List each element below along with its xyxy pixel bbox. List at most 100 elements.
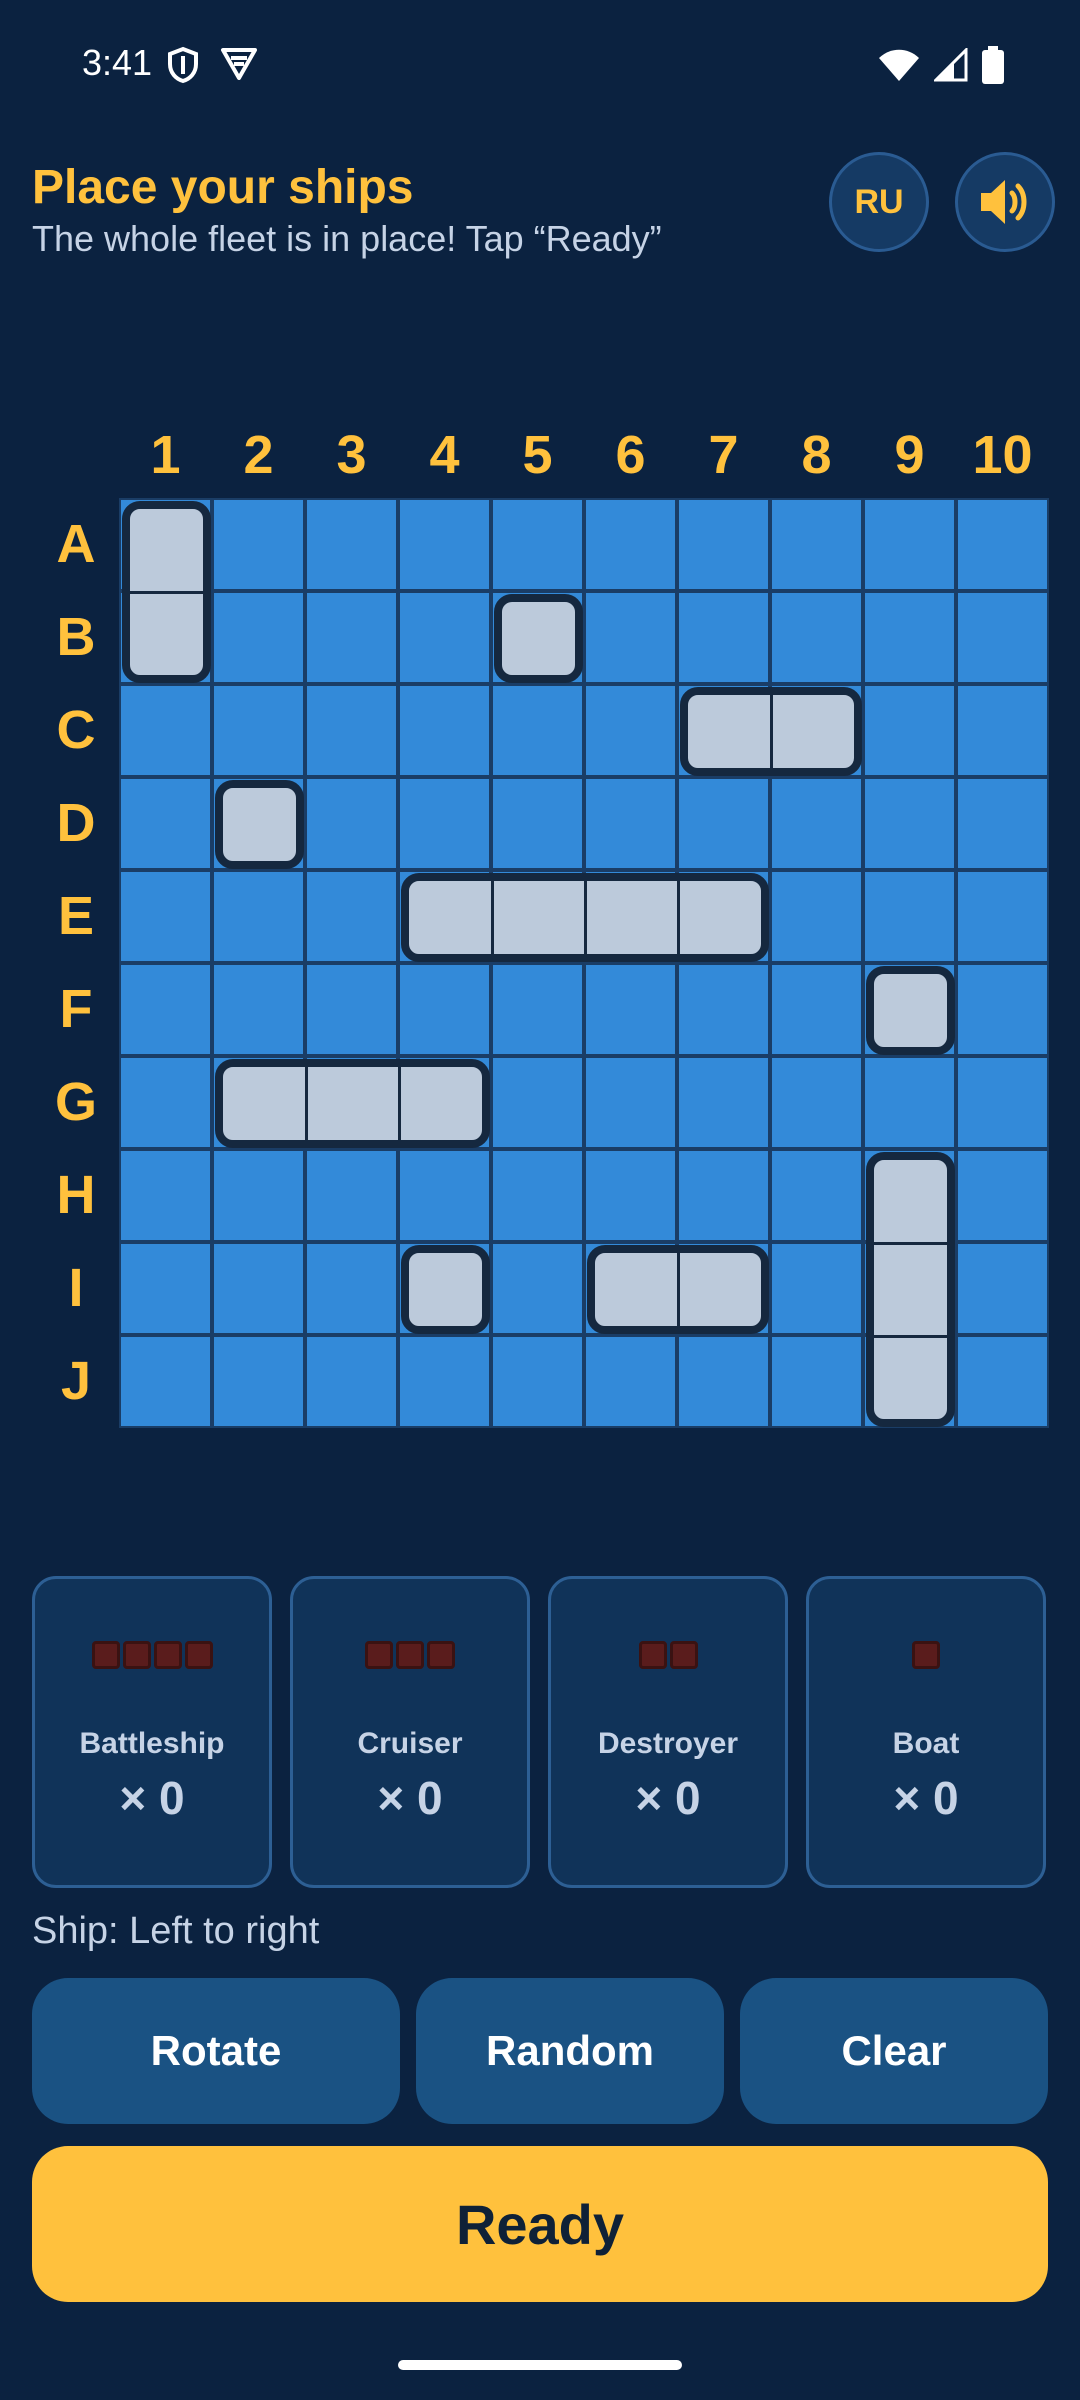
grid-cell[interactable]: [214, 965, 303, 1054]
sound-button[interactable]: [955, 152, 1055, 252]
grid-cell[interactable]: [772, 779, 861, 868]
grid-cell[interactable]: [121, 965, 210, 1054]
grid-cell[interactable]: [307, 872, 396, 961]
grid-cell[interactable]: [679, 593, 768, 682]
grid-cell[interactable]: [679, 1337, 768, 1426]
fleet-card-cruiser[interactable]: Cruiser × 0: [290, 1576, 530, 1888]
grid-cell[interactable]: [121, 1058, 210, 1147]
grid-cell[interactable]: [307, 500, 396, 589]
grid-cell[interactable]: [679, 1058, 768, 1147]
grid-cell[interactable]: [121, 872, 210, 961]
grid-cell[interactable]: [865, 500, 954, 589]
ship[interactable]: [401, 1245, 490, 1334]
grid-cell[interactable]: [307, 593, 396, 682]
grid-cell[interactable]: [958, 1058, 1047, 1147]
grid-cell[interactable]: [214, 1151, 303, 1240]
grid-cell[interactable]: [493, 1151, 582, 1240]
language-button[interactable]: RU: [829, 152, 929, 252]
grid-cell[interactable]: [958, 686, 1047, 775]
grid-cell[interactable]: [958, 872, 1047, 961]
ship[interactable]: [494, 594, 583, 683]
ship-grid[interactable]: [119, 498, 1049, 1428]
grid-cell[interactable]: [214, 593, 303, 682]
grid-cell[interactable]: [214, 500, 303, 589]
grid-cell[interactable]: [586, 1151, 675, 1240]
grid-cell[interactable]: [958, 965, 1047, 1054]
grid-cell[interactable]: [493, 500, 582, 589]
ship[interactable]: [866, 1152, 955, 1427]
grid-cell[interactable]: [400, 1151, 489, 1240]
grid-cell[interactable]: [958, 1244, 1047, 1333]
grid-cell[interactable]: [400, 779, 489, 868]
grid-cell[interactable]: [772, 1151, 861, 1240]
grid-cell[interactable]: [307, 779, 396, 868]
grid-cell[interactable]: [586, 1058, 675, 1147]
grid-cell[interactable]: [307, 686, 396, 775]
grid-cell[interactable]: [772, 965, 861, 1054]
grid-cell[interactable]: [307, 1337, 396, 1426]
ship[interactable]: [587, 1245, 769, 1334]
grid-cell[interactable]: [214, 1337, 303, 1426]
grid-cell[interactable]: [958, 779, 1047, 868]
grid-cell[interactable]: [493, 1058, 582, 1147]
grid-cell[interactable]: [121, 1151, 210, 1240]
grid-cell[interactable]: [121, 779, 210, 868]
grid-cell[interactable]: [958, 1151, 1047, 1240]
fleet-card-battleship[interactable]: Battleship × 0: [32, 1576, 272, 1888]
ship[interactable]: [866, 966, 955, 1055]
clear-button[interactable]: Clear: [740, 1978, 1048, 2124]
grid-cell[interactable]: [772, 500, 861, 589]
grid-cell[interactable]: [772, 593, 861, 682]
grid-cell[interactable]: [958, 593, 1047, 682]
grid-cell[interactable]: [400, 1337, 489, 1426]
grid-cell[interactable]: [958, 1337, 1047, 1426]
grid-cell[interactable]: [307, 965, 396, 1054]
ship[interactable]: [122, 501, 211, 683]
grid-cell[interactable]: [121, 1337, 210, 1426]
ship[interactable]: [680, 687, 862, 776]
grid-cell[interactable]: [493, 686, 582, 775]
grid-cell[interactable]: [400, 500, 489, 589]
ship[interactable]: [215, 780, 304, 869]
grid-cell[interactable]: [121, 686, 210, 775]
grid-cell[interactable]: [586, 965, 675, 1054]
grid-cell[interactable]: [307, 1151, 396, 1240]
grid-cell[interactable]: [865, 1058, 954, 1147]
grid-cell[interactable]: [493, 779, 582, 868]
grid-cell[interactable]: [772, 1058, 861, 1147]
grid-cell[interactable]: [586, 779, 675, 868]
grid-cell[interactable]: [865, 779, 954, 868]
grid-cell[interactable]: [400, 965, 489, 1054]
grid-cell[interactable]: [307, 1244, 396, 1333]
ship[interactable]: [401, 873, 769, 962]
grid-cell[interactable]: [400, 686, 489, 775]
grid-cell[interactable]: [586, 686, 675, 775]
grid-cell[interactable]: [865, 686, 954, 775]
rotate-button[interactable]: Rotate: [32, 1978, 400, 2124]
grid-cell[interactable]: [958, 500, 1047, 589]
ready-button[interactable]: Ready: [32, 2146, 1048, 2302]
grid-cell[interactable]: [679, 500, 768, 589]
fleet-card-boat[interactable]: Boat × 0: [806, 1576, 1046, 1888]
grid-cell[interactable]: [865, 593, 954, 682]
home-indicator[interactable]: [398, 2360, 682, 2370]
grid-cell[interactable]: [214, 1244, 303, 1333]
grid-cell[interactable]: [772, 872, 861, 961]
grid-cell[interactable]: [121, 1244, 210, 1333]
grid-cell[interactable]: [586, 500, 675, 589]
fleet-card-destroyer[interactable]: Destroyer × 0: [548, 1576, 788, 1888]
grid-cell[interactable]: [679, 779, 768, 868]
grid-cell[interactable]: [493, 1244, 582, 1333]
grid-cell[interactable]: [214, 872, 303, 961]
grid-cell[interactable]: [493, 965, 582, 1054]
grid-cell[interactable]: [772, 1244, 861, 1333]
ship[interactable]: [215, 1059, 490, 1148]
grid-cell[interactable]: [214, 686, 303, 775]
grid-cell[interactable]: [586, 593, 675, 682]
grid-cell[interactable]: [586, 1337, 675, 1426]
grid-cell[interactable]: [772, 1337, 861, 1426]
grid-cell[interactable]: [493, 1337, 582, 1426]
grid-cell[interactable]: [679, 1151, 768, 1240]
grid-cell[interactable]: [679, 965, 768, 1054]
random-button[interactable]: Random: [416, 1978, 724, 2124]
